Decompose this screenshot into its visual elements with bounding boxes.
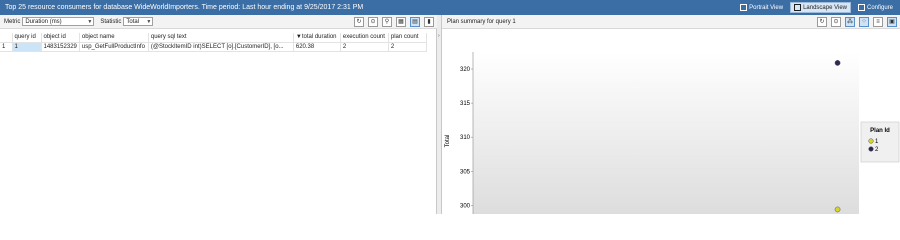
table-row[interactable]: 1 1 1483152329 usp_GetFullProductInfo (@… [0,42,427,52]
query-list-pane: Metric Duration (ms) ▼ Statistic Total ▼… [0,15,437,214]
query-grid: query id object id object name query sql… [0,33,437,52]
refresh-icon[interactable]: ↻ [817,16,827,27]
legend-marker-plan-1[interactable] [868,138,874,144]
plot-area [473,52,859,214]
cell-object-name[interactable]: usp_GetFullProductInfo [79,42,149,52]
y-tick-label: 320 [460,67,471,73]
metric-value: Duration (ms) [25,18,62,25]
y-axis-label: Total [445,135,451,148]
metric-dropdown[interactable]: Duration (ms) ▼ [22,17,95,26]
cell-query-sql-text[interactable]: (@StockItemID int)SELECT [o].[CustomerID… [148,42,294,52]
row-header-corner [0,33,13,43]
plan-grid-icon[interactable]: ⁘ [859,16,869,27]
collapse-arrow-icon[interactable]: › [438,33,440,39]
cell-plan-count[interactable]: 2 [388,42,427,52]
title-bar: Top 25 resource consumers for database W… [0,0,900,15]
cell-execution-count[interactable]: 2 [340,42,389,52]
portrait-view-icon [740,4,748,11]
column-header-execution-count[interactable]: execution count [340,33,389,43]
metric-toolbar: Metric Duration (ms) ▼ Statistic Total ▼… [0,15,437,29]
grid-columns-icon[interactable]: ▤ [410,16,420,27]
column-header-object-name[interactable]: object name [79,33,149,43]
plan-1-point[interactable] [834,206,841,213]
chart-view-icon[interactable]: ▮ [424,16,434,27]
plan-summary-pane: Plan summary for query 1 ↻ ⊙ ⁂ ⁘ ≡ ▣ Tot… [442,15,900,214]
grid-toolbar-icons: ↻ ⊙ ⚲ ▦ ▤ ▮ [350,16,434,27]
grid-view-icon[interactable]: ▦ [396,16,406,27]
cell-object-id[interactable]: 1483152329 [41,42,80,52]
legend-title: Plan Id [870,128,890,134]
compare-plans-icon[interactable]: ⁂ [845,16,855,27]
window-title: Top 25 resource consumers for database W… [5,4,364,11]
landscape-view-button[interactable]: Landscape View [790,2,851,13]
column-header-plan-count[interactable]: plan count [388,33,427,43]
portrait-view-button[interactable]: Portrait View [736,2,787,13]
landscape-view-icon [794,4,802,11]
view-plan-icon[interactable]: ⚲ [382,16,392,27]
configure-label: Configure [866,4,893,11]
plan-2-point[interactable] [834,60,841,66]
y-tick-label: 315 [460,101,471,107]
y-tick-label: 310 [460,135,471,141]
statistic-label: Statistic [100,18,122,25]
metric-label: Metric [4,18,21,25]
plan-summary-header: Plan summary for query 1 ↻ ⊙ ⁂ ⁘ ≡ ▣ [442,15,900,29]
cell-query-id[interactable]: 1 [12,42,42,52]
y-tick-label: 305 [460,169,471,175]
refresh-icon[interactable]: ↻ [354,16,364,27]
configure-button[interactable]: Configure [854,2,897,13]
force-plan-icon[interactable]: ⊙ [831,16,841,27]
y-ticks: 300 305 310 315 320 [460,67,473,209]
configure-icon [857,4,865,11]
plan-list-icon[interactable]: ≡ [873,16,883,27]
plan-chart-icon[interactable]: ▣ [887,16,897,27]
y-tick-label: 300 [460,203,471,209]
chevron-down-icon: ▼ [146,18,152,25]
statistic-value: Total [126,18,140,25]
cell-total-duration[interactable]: 620.38 [293,42,341,52]
legend-marker-plan-2[interactable] [868,146,874,152]
chart-toolbar-icons: ↻ ⊙ ⁂ ⁘ ≡ ▣ [813,16,897,27]
chevron-down-icon: ▼ [87,18,93,25]
column-header-query-sql-text[interactable]: query sql text [148,33,294,43]
plan-summary-title: Plan summary for query 1 [447,18,516,25]
grid-header-row: query id object id object name query sql… [0,33,427,43]
column-header-total-duration[interactable]: ▼total duration [293,33,341,43]
row-index: 1 [0,42,13,52]
landscape-view-label: Landscape View [803,4,847,11]
track-query-icon[interactable]: ⊙ [368,16,378,27]
column-header-query-id[interactable]: query id [12,33,42,43]
statistic-dropdown[interactable]: Total ▼ [123,17,154,26]
plan-summary-chart: Total 300305310315320 1:25 PM1:30 PM1:35… [445,52,900,214]
column-header-object-id[interactable]: object id [41,33,80,43]
portrait-view-label: Portrait View [749,4,784,11]
